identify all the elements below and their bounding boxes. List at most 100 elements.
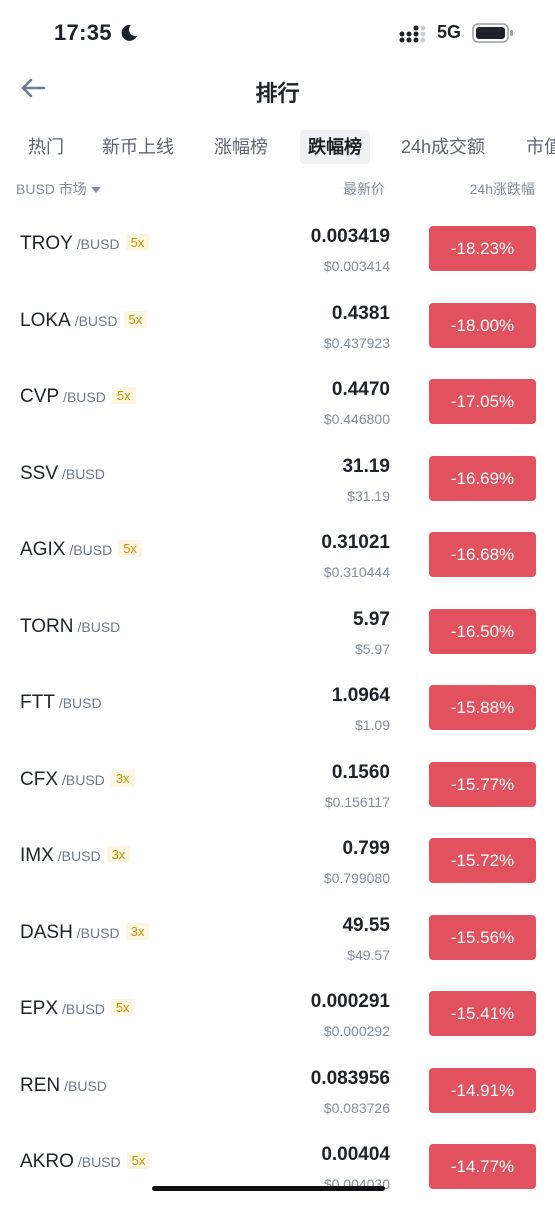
pair-name: TROY/BUSD 5x <box>20 233 150 255</box>
ticker-row[interactable]: FTT/BUSD 1.0964 $1.09 -15.88% <box>0 670 555 747</box>
tab-hot[interactable]: 热门 <box>28 130 64 164</box>
base-symbol: EPX <box>20 998 59 1019</box>
usd-price: $0.000292 <box>323 1023 390 1039</box>
last-price: 0.4381 <box>331 302 390 324</box>
tab-new-listings[interactable]: 新币上线 <box>102 130 174 164</box>
ticker-row[interactable]: DASH/BUSD 3x 49.55 $49.57 -15.56% <box>0 900 555 977</box>
ranking-tabs: 热门 新币上线 涨幅榜 跌幅榜 24h成交额 市值 <box>0 130 555 164</box>
status-bar: 17:35 5G <box>0 0 555 66</box>
last-price: 31.19 <box>342 455 390 477</box>
change-badge[interactable]: -15.88% <box>429 685 536 730</box>
change-badge[interactable]: -17.05% <box>429 379 536 424</box>
column-24h-change[interactable]: 24h涨跌幅 <box>470 179 535 199</box>
last-price: 1.0964 <box>331 685 390 706</box>
change-badge[interactable]: -16.50% <box>429 608 536 654</box>
change-badge[interactable]: -14.77% <box>429 1144 536 1189</box>
pair-name: SSV/BUSD <box>20 463 105 485</box>
status-time: 17:35 <box>54 20 112 45</box>
tab-losers[interactable]: 跌幅榜 <box>300 130 370 164</box>
last-price: 0.003419 <box>310 226 390 247</box>
ticker-row[interactable]: AGIX/BUSD 5x 0.31021 $0.310444 -16.68% <box>0 517 555 594</box>
market-selector[interactable]: BUSD 市场 <box>16 179 101 199</box>
quote-symbol: /BUSD <box>62 465 105 482</box>
last-price: 0.31021 <box>321 532 390 553</box>
ticker-row[interactable]: CFX/BUSD 3x 0.1560 $0.156117 -15.77% <box>0 747 555 824</box>
usd-price: $0.799080 <box>323 870 390 886</box>
ticker-row[interactable]: TORN/BUSD 5.97 $5.97 -16.50% <box>0 594 555 671</box>
leverage-badge: 5x <box>123 310 148 328</box>
quote-symbol: /BUSD <box>64 1077 107 1094</box>
leverage-badge: 3x <box>125 922 150 940</box>
usd-price: $49.57 <box>347 946 390 963</box>
last-price: 0.799 <box>342 838 390 859</box>
pair-name: REN/BUSD <box>20 1075 107 1097</box>
quote-symbol: /BUSD <box>74 312 118 329</box>
ticker-row[interactable]: IMX/BUSD 3x 0.799 $0.799080 -15.72% <box>0 823 555 900</box>
last-price: 0.4470 <box>331 379 390 400</box>
ticker-row[interactable]: AKRO/BUSD 5x 0.00404 $0.004030 -14.77% <box>0 1129 555 1206</box>
base-symbol: TORN <box>20 615 74 637</box>
tab-market-cap[interactable]: 市值 <box>526 130 555 164</box>
battery-icon <box>472 23 513 43</box>
signal-dots-icon <box>399 25 426 43</box>
change-badge[interactable]: -18.23% <box>429 226 536 271</box>
last-price: 0.083956 <box>310 1067 390 1089</box>
pair-name: TORN/BUSD <box>20 616 120 638</box>
home-indicator <box>152 1186 385 1191</box>
base-symbol: CVP <box>20 386 60 407</box>
ticker-row[interactable]: CVP/BUSD 5x 0.4470 $0.446800 -17.05% <box>0 364 555 441</box>
base-symbol: IMX <box>20 845 54 866</box>
ticker-row[interactable]: REN/BUSD 0.083956 $0.083726 -14.91% <box>0 1053 555 1130</box>
pair-name: CVP/BUSD 5x <box>20 386 136 408</box>
change-badge[interactable]: -15.41% <box>429 991 536 1036</box>
base-symbol: LOKA <box>20 309 71 331</box>
usd-price: $0.437923 <box>323 334 390 351</box>
moon-icon <box>121 24 137 41</box>
leverage-badge: 3x <box>110 769 135 787</box>
quote-symbol: /BUSD <box>62 771 105 788</box>
pair-name: AKRO/BUSD 5x <box>20 1151 151 1173</box>
base-symbol: REN <box>20 1074 61 1096</box>
change-badge[interactable]: -16.69% <box>429 455 536 501</box>
quote-symbol: /BUSD <box>76 924 120 941</box>
usd-price: $0.446800 <box>323 411 390 427</box>
network-label: 5G <box>437 22 462 42</box>
base-symbol: SSV <box>20 462 59 484</box>
change-badge[interactable]: -18.00% <box>429 302 536 348</box>
pair-name: EPX/BUSD 5x <box>20 998 135 1020</box>
ticker-row[interactable]: SSV/BUSD 31.19 $31.19 -16.69% <box>0 441 555 518</box>
base-symbol: DASH <box>20 921 73 943</box>
change-badge[interactable]: -15.77% <box>429 761 536 807</box>
market-selector-label: BUSD 市场 <box>16 181 87 197</box>
leverage-badge: 3x <box>106 846 131 863</box>
change-badge[interactable]: -15.56% <box>429 914 536 960</box>
ticker-row[interactable]: TROY/BUSD 5x 0.003419 $0.003414 -18.23% <box>0 211 555 288</box>
ticker-row[interactable]: LOKA/BUSD 5x 0.4381 $0.437923 -18.00% <box>0 288 555 365</box>
base-symbol: AKRO <box>20 1151 74 1172</box>
ticker-list: TROY/BUSD 5x 0.003419 $0.003414 -18.23% LOKA /… <box>0 211 555 1206</box>
quote-symbol: /BUSD <box>62 1001 105 1017</box>
usd-price: $0.156117 <box>324 793 390 810</box>
leverage-badge: 5x <box>126 1152 151 1169</box>
change-badge[interactable]: -16.68% <box>429 532 536 577</box>
pair-name: FTT/BUSD <box>20 692 102 714</box>
quote-symbol: /BUSD <box>63 389 106 405</box>
usd-price: $31.19 <box>347 487 390 504</box>
leverage-badge: 5x <box>125 234 150 251</box>
last-price: 49.55 <box>342 914 390 936</box>
column-last-price[interactable]: 最新价 <box>343 179 385 199</box>
base-symbol: TROY <box>20 233 73 254</box>
tab-gainers[interactable]: 涨幅榜 <box>214 130 268 164</box>
last-price: 0.00404 <box>321 1144 390 1165</box>
ticker-row[interactable]: EPX/BUSD 5x 0.000291 $0.000292 -15.41% <box>0 976 555 1053</box>
quote-symbol: /BUSD <box>69 542 113 558</box>
leverage-badge: 5x <box>111 387 136 404</box>
pair-name: IMX/BUSD 3x <box>20 845 131 867</box>
usd-price: $1.09 <box>354 717 390 733</box>
change-badge[interactable]: -14.91% <box>429 1067 536 1113</box>
change-badge[interactable]: -15.72% <box>429 838 536 883</box>
usd-price: $0.310444 <box>323 564 390 580</box>
base-symbol: AGIX <box>20 539 66 560</box>
pair-name: AGIX/BUSD 5x <box>20 539 142 561</box>
tab-24h-volume[interactable]: 24h成交额 <box>401 130 485 164</box>
